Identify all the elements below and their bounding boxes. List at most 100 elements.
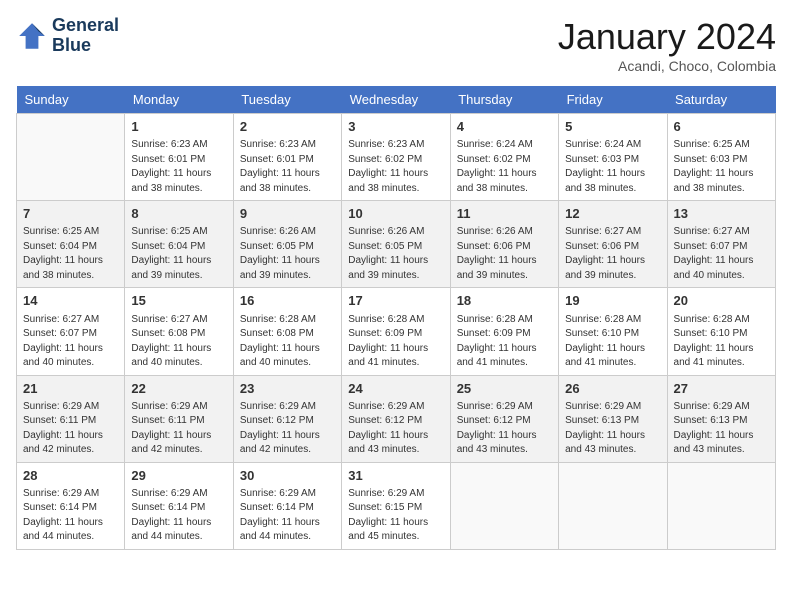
day-info: Sunrise: 6:29 AM Sunset: 6:11 PM Dayligh… (23, 400, 118, 458)
day-number: 1 (131, 118, 226, 136)
day-info: Sunrise: 6:29 AM Sunset: 6:13 PM Dayligh… (674, 400, 769, 458)
day-info: Sunrise: 6:28 AM Sunset: 6:10 PM Dayligh… (674, 313, 769, 371)
day-cell: 8 Sunrise: 6:25 AM Sunset: 6:04 PM Daylig… (125, 201, 233, 288)
day-cell: 28 Sunrise: 6:29 AM Sunset: 6:14 PM Dayli… (17, 462, 125, 549)
day-number: 17 (348, 292, 443, 310)
location: Acandi, Choco, Colombia (558, 58, 776, 74)
logo-text: General Blue (52, 16, 119, 56)
day-info: Sunrise: 6:29 AM Sunset: 6:11 PM Dayligh… (131, 400, 226, 458)
title-block: January 2024 Acandi, Choco, Colombia (558, 16, 776, 74)
day-number: 9 (240, 205, 335, 223)
day-number: 10 (348, 205, 443, 223)
day-number: 6 (674, 118, 769, 136)
day-number: 24 (348, 380, 443, 398)
day-info: Sunrise: 6:29 AM Sunset: 6:12 PM Dayligh… (457, 400, 552, 458)
day-info: Sunrise: 6:28 AM Sunset: 6:09 PM Dayligh… (457, 313, 552, 371)
column-header-friday: Friday (559, 86, 667, 114)
day-cell: 22 Sunrise: 6:29 AM Sunset: 6:11 PM Dayli… (125, 375, 233, 462)
day-number: 2 (240, 118, 335, 136)
day-info: Sunrise: 6:26 AM Sunset: 6:05 PM Dayligh… (240, 225, 335, 283)
day-cell: 6 Sunrise: 6:25 AM Sunset: 6:03 PM Daylig… (667, 114, 775, 201)
day-cell: 15 Sunrise: 6:27 AM Sunset: 6:08 PM Dayli… (125, 288, 233, 375)
day-number: 8 (131, 205, 226, 223)
day-info: Sunrise: 6:29 AM Sunset: 6:12 PM Dayligh… (348, 400, 443, 458)
day-info: Sunrise: 6:26 AM Sunset: 6:05 PM Dayligh… (348, 225, 443, 283)
day-number: 22 (131, 380, 226, 398)
day-info: Sunrise: 6:29 AM Sunset: 6:15 PM Dayligh… (348, 487, 443, 545)
day-number: 28 (23, 467, 118, 485)
day-number: 13 (674, 205, 769, 223)
day-cell: 20 Sunrise: 6:28 AM Sunset: 6:10 PM Dayli… (667, 288, 775, 375)
day-info: Sunrise: 6:25 AM Sunset: 6:03 PM Dayligh… (674, 138, 769, 196)
day-cell: 27 Sunrise: 6:29 AM Sunset: 6:13 PM Dayli… (667, 375, 775, 462)
page-header: General Blue January 2024 Acandi, Choco,… (16, 16, 776, 74)
logo: General Blue (16, 16, 119, 56)
day-cell: 5 Sunrise: 6:24 AM Sunset: 6:03 PM Daylig… (559, 114, 667, 201)
day-cell: 7Sunrise: 6:25 AM Sunset: 6:04 PM Daylig… (17, 201, 125, 288)
day-info: Sunrise: 6:28 AM Sunset: 6:10 PM Dayligh… (565, 313, 660, 371)
day-info: Sunrise: 6:27 AM Sunset: 6:07 PM Dayligh… (674, 225, 769, 283)
day-number: 23 (240, 380, 335, 398)
day-cell: 23 Sunrise: 6:29 AM Sunset: 6:12 PM Dayli… (233, 375, 341, 462)
day-cell: 31 Sunrise: 6:29 AM Sunset: 6:15 PM Dayli… (342, 462, 450, 549)
day-number: 14 (23, 292, 118, 310)
day-info: Sunrise: 6:28 AM Sunset: 6:08 PM Dayligh… (240, 313, 335, 371)
day-cell: 19Sunrise: 6:28 AM Sunset: 6:10 PM Dayli… (559, 288, 667, 375)
day-cell (559, 462, 667, 549)
day-info: Sunrise: 6:29 AM Sunset: 6:12 PM Dayligh… (240, 400, 335, 458)
day-number: 31 (348, 467, 443, 485)
day-info: Sunrise: 6:23 AM Sunset: 6:02 PM Dayligh… (348, 138, 443, 196)
day-number: 16 (240, 292, 335, 310)
day-info: Sunrise: 6:25 AM Sunset: 6:04 PM Dayligh… (131, 225, 226, 283)
day-info: Sunrise: 6:29 AM Sunset: 6:14 PM Dayligh… (23, 487, 118, 545)
day-cell: 29Sunrise: 6:29 AM Sunset: 6:14 PM Dayli… (125, 462, 233, 549)
month-title: January 2024 (558, 16, 776, 58)
day-cell: 10 Sunrise: 6:26 AM Sunset: 6:05 PM Dayli… (342, 201, 450, 288)
day-cell: 18 Sunrise: 6:28 AM Sunset: 6:09 PM Dayli… (450, 288, 558, 375)
column-header-wednesday: Wednesday (342, 86, 450, 114)
day-info: Sunrise: 6:23 AM Sunset: 6:01 PM Dayligh… (131, 138, 226, 196)
header-row: SundayMondayTuesdayWednesdayThursdayFrid… (17, 86, 776, 114)
day-number: 18 (457, 292, 552, 310)
day-cell: 14 Sunrise: 6:27 AM Sunset: 6:07 PM Dayli… (17, 288, 125, 375)
day-info: Sunrise: 6:24 AM Sunset: 6:03 PM Dayligh… (565, 138, 660, 196)
day-info: Sunrise: 6:28 AM Sunset: 6:09 PM Dayligh… (348, 313, 443, 371)
calendar-table: SundayMondayTuesdayWednesdayThursdayFrid… (16, 86, 776, 550)
week-row-4: 21 Sunrise: 6:29 AM Sunset: 6:11 PM Dayli… (17, 375, 776, 462)
day-number: 4 (457, 118, 552, 136)
week-row-2: 7 Sunrise: 6:25 AM Sunset: 6:04 PM Daylig… (17, 201, 776, 288)
day-cell: 2 Sunrise: 6:23 AM Sunset: 6:01 PM Daylig… (233, 114, 341, 201)
day-info: Sunrise: 6:27 AM Sunset: 6:08 PM Dayligh… (131, 313, 226, 371)
day-cell (667, 462, 775, 549)
day-number: 21 (23, 380, 118, 398)
day-number: 7 (23, 205, 118, 223)
day-info: Sunrise: 6:29 AM Sunset: 6:13 PM Dayligh… (565, 400, 660, 458)
day-number: 15 (131, 292, 226, 310)
day-cell: 16 Sunrise: 6:28 AM Sunset: 6:08 PM Dayli… (233, 288, 341, 375)
day-cell: 4 Sunrise: 6:24 AM Sunset: 6:02 PM Daylig… (450, 114, 558, 201)
day-info: Sunrise: 6:24 AM Sunset: 6:02 PM Dayligh… (457, 138, 552, 196)
day-cell: 13 Sunrise: 6:27 AM Sunset: 6:07 PM Dayli… (667, 201, 775, 288)
day-number: 30 (240, 467, 335, 485)
day-info: Sunrise: 6:27 AM Sunset: 6:07 PM Dayligh… (23, 313, 118, 371)
day-cell: 26 Sunrise: 6:29 AM Sunset: 6:13 PM Dayli… (559, 375, 667, 462)
day-cell: 21 Sunrise: 6:29 AM Sunset: 6:11 PM Dayli… (17, 375, 125, 462)
day-number: 5 (565, 118, 660, 136)
day-number: 27 (674, 380, 769, 398)
day-info: Sunrise: 6:29 AM Sunset: 6:14 PM Dayligh… (240, 487, 335, 545)
logo-icon (16, 20, 48, 52)
day-number: 20 (674, 292, 769, 310)
day-info: Sunrise: 6:26 AM Sunset: 6:06 PM Dayligh… (457, 225, 552, 283)
day-cell: 30 Sunrise: 6:29 AM Sunset: 6:14 PM Dayli… (233, 462, 341, 549)
column-header-saturday: Saturday (667, 86, 775, 114)
column-header-tuesday: Tuesday (233, 86, 341, 114)
day-info: Sunrise: 6:27 AM Sunset: 6:06 PM Dayligh… (565, 225, 660, 283)
day-cell: 9 Sunrise: 6:26 AM Sunset: 6:05 PM Daylig… (233, 201, 341, 288)
day-number: 25 (457, 380, 552, 398)
day-cell (450, 462, 558, 549)
day-info: Sunrise: 6:23 AM Sunset: 6:01 PM Dayligh… (240, 138, 335, 196)
day-number: 3 (348, 118, 443, 136)
day-cell: 24 Sunrise: 6:29 AM Sunset: 6:12 PM Dayli… (342, 375, 450, 462)
day-number: 26 (565, 380, 660, 398)
day-number: 11 (457, 205, 552, 223)
